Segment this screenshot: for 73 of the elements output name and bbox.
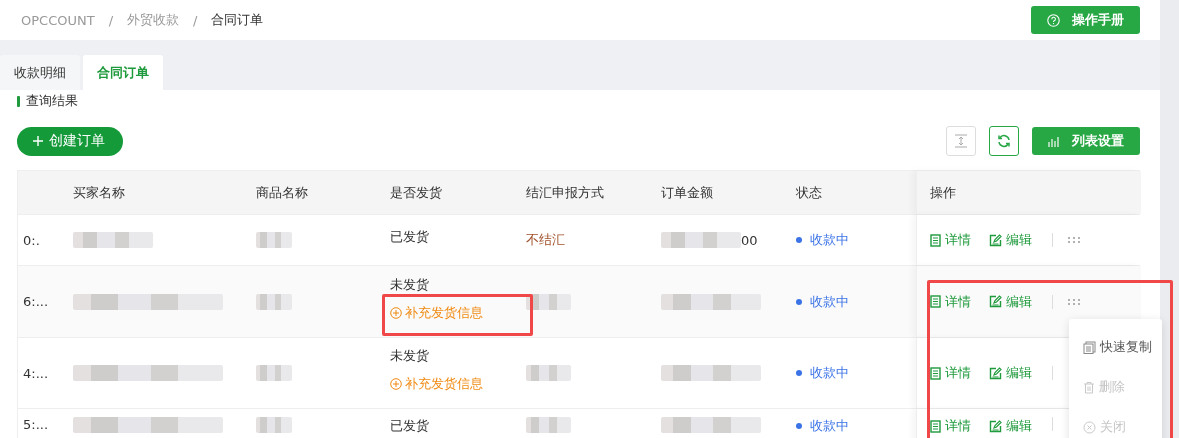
plus-icon (33, 136, 43, 146)
more-icon[interactable] (1068, 298, 1080, 305)
trash-icon (1083, 380, 1095, 394)
more-icon[interactable] (1068, 237, 1080, 243)
details-link[interactable]: 详情 (930, 364, 971, 382)
column-header: 状态 (796, 183, 823, 202)
table-cell-text: 已发货 (390, 228, 430, 246)
edit-icon (989, 366, 1002, 380)
status-text: 收款中 (810, 292, 849, 311)
plus-circle-icon (390, 306, 402, 319)
table-cell-text: 未发货 (390, 275, 430, 294)
help-icon (1047, 13, 1060, 27)
add-shipping-link[interactable]: 补充发货信息 (390, 375, 514, 393)
refresh-button[interactable] (989, 126, 1019, 156)
refresh-icon (997, 134, 1011, 148)
document-icon (930, 366, 941, 380)
redacted-block (256, 417, 292, 433)
table-cell-text: 0:. (23, 232, 41, 248)
add-shipping-link[interactable]: 补充发货信息 (390, 303, 514, 322)
column-header: 买家名称 (73, 183, 126, 202)
column-header: 订单金额 (661, 183, 714, 202)
document-icon (930, 419, 941, 433)
details-link[interactable]: 详情 (930, 231, 971, 249)
details-link[interactable]: 详情 (930, 292, 971, 311)
copy-icon (1083, 340, 1096, 354)
tab[interactable]: 合同订单 (83, 55, 163, 90)
edit-icon (989, 233, 1002, 247)
breadcrumb-item[interactable]: 外贸收款 (127, 11, 180, 29)
close-icon (1083, 420, 1096, 434)
section-marker (17, 95, 20, 107)
tab[interactable]: 收款明细 (0, 55, 80, 90)
breadcrumb-item[interactable]: OPCCOUNT (21, 12, 95, 28)
breadcrumb-separator: / (108, 12, 114, 28)
table-cell-text: 4:... (23, 365, 50, 381)
section-title: 查询结果 (26, 92, 78, 110)
table-cell-text: 6:... (23, 294, 50, 309)
document-icon (930, 295, 941, 308)
table-cell-text: 已发货 (390, 417, 430, 435)
column-header: 结汇申报方式 (526, 183, 605, 202)
edit-icon (989, 295, 1002, 308)
document-icon (930, 233, 941, 247)
redacted-block (526, 417, 571, 433)
status-text: 收款中 (810, 231, 849, 249)
row-height-button[interactable] (946, 126, 976, 156)
edit-link[interactable]: 编辑 (989, 364, 1032, 382)
breadcrumb-separator: / (193, 12, 198, 28)
column-header: 商品名称 (256, 183, 309, 202)
plus-circle-icon (390, 378, 402, 390)
edit-link[interactable]: 编辑 (989, 292, 1032, 311)
menu-item[interactable]: 快速复制 (1069, 327, 1162, 367)
status-text: 收款中 (810, 417, 849, 435)
table-cell-text: 不结汇 (526, 231, 566, 249)
edit-link[interactable]: 编辑 (989, 231, 1032, 249)
edit-icon (989, 419, 1002, 433)
column-header: 操作 (930, 183, 956, 202)
manual-button[interactable]: 操作手册 (1031, 6, 1140, 34)
status-text: 收款中 (810, 364, 849, 382)
breadcrumb-item[interactable]: 合同订单 (211, 11, 264, 29)
details-link[interactable]: 详情 (930, 417, 971, 435)
bar-chart-icon (1048, 135, 1060, 147)
redacted-block (526, 365, 571, 381)
redacted-block (256, 232, 292, 248)
row-height-icon (954, 134, 968, 148)
redacted-block (526, 293, 571, 310)
table-cell-text: 未发货 (390, 347, 430, 365)
edit-link[interactable]: 编辑 (989, 417, 1032, 435)
redacted-block (256, 293, 292, 310)
list-settings-button[interactable]: 列表设置 (1032, 127, 1140, 155)
table-cell-text: 5:... (23, 417, 50, 432)
table-cell: 00 (741, 232, 758, 248)
column-header: 是否发货 (390, 183, 443, 202)
redacted-block (256, 365, 292, 381)
create-order-button[interactable]: 创建订单 (17, 126, 123, 156)
